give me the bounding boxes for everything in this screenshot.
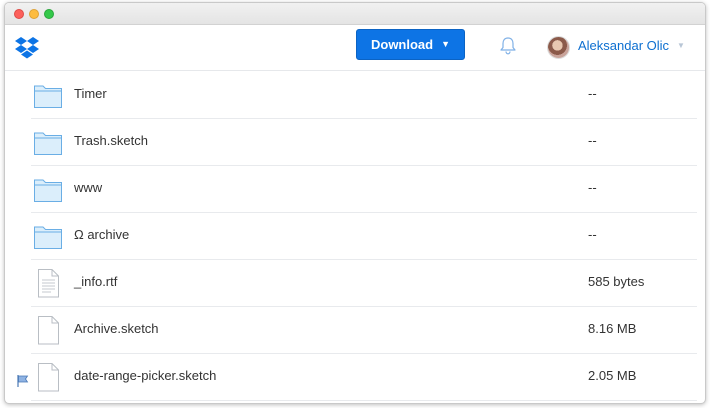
download-button-label: Download — [370, 37, 434, 52]
folder-icon — [33, 80, 63, 110]
close-window-button[interactable] — [14, 9, 24, 19]
folder-icon — [33, 174, 63, 204]
file-name[interactable]: Archive.sketch — [74, 321, 159, 336]
file-size: -- — [588, 133, 597, 148]
file-icon — [33, 315, 63, 345]
file-row[interactable]: Ω archive -- — [31, 213, 697, 260]
folder-icon — [33, 127, 63, 157]
file-row[interactable]: Timer -- — [31, 72, 697, 119]
file-size: 585 bytes — [588, 274, 645, 289]
top-header: Download ▼ Aleksandar Olic ▼ — [5, 25, 705, 71]
minimize-window-button[interactable] — [29, 9, 39, 19]
file-size: -- — [588, 227, 597, 242]
file-row[interactable]: date-range-picker.sketch 2.05 MB — [31, 354, 697, 401]
bell-icon[interactable] — [499, 36, 517, 55]
file-row[interactable]: Archive.sketch 8.16 MB — [31, 307, 697, 354]
file-row[interactable]: Trash.sketch -- — [31, 119, 697, 166]
download-button[interactable]: Download ▼ — [356, 29, 465, 60]
dropbox-logo-icon[interactable] — [14, 36, 40, 60]
file-row[interactable]: www -- — [31, 166, 697, 213]
maximize-window-button[interactable] — [44, 9, 54, 19]
file-name[interactable]: Trash.sketch — [74, 133, 148, 148]
text-file-icon — [33, 268, 63, 298]
file-list: Timer -- Trash.sketch -- www -- Ω archive --… — [5, 72, 705, 401]
user-avatar[interactable] — [547, 36, 570, 59]
file-name[interactable]: www — [74, 180, 102, 195]
file-name[interactable]: Timer — [74, 86, 107, 101]
flag-icon[interactable] — [16, 374, 30, 388]
user-menu-chevron-down-icon[interactable]: ▼ — [677, 41, 685, 50]
file-row[interactable]: _info.rtf 585 bytes — [31, 260, 697, 307]
app-window: Download ▼ Aleksandar Olic ▼ Timer -- Tra… — [4, 2, 706, 404]
file-name[interactable]: date-range-picker.sketch — [74, 368, 216, 383]
title-bar — [5, 3, 705, 25]
chevron-down-icon: ▼ — [441, 39, 451, 49]
user-name-menu[interactable]: Aleksandar Olic — [578, 38, 669, 53]
file-size: -- — [588, 180, 597, 195]
folder-icon — [33, 221, 63, 251]
file-size: -- — [588, 86, 597, 101]
file-name[interactable]: Ω archive — [74, 227, 129, 242]
file-size: 8.16 MB — [588, 321, 637, 336]
file-name[interactable]: _info.rtf — [74, 274, 117, 289]
file-size: 2.05 MB — [588, 368, 637, 383]
file-icon — [33, 362, 63, 392]
